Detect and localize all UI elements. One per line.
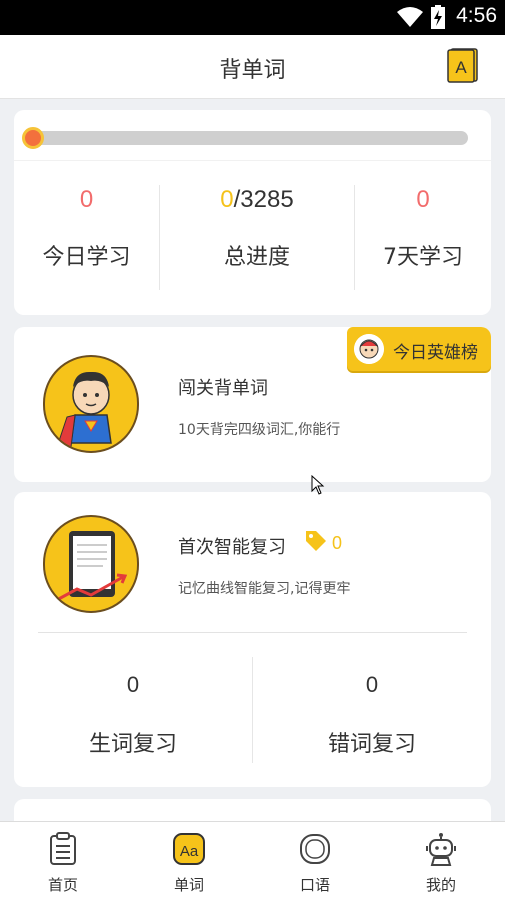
challenge-title: 闯关背单词 [178, 378, 268, 399]
wordbook-letter: A [455, 58, 467, 77]
svg-text:Aa: Aa [180, 843, 199, 860]
wrong-word-review-label: 错词复习 [327, 732, 416, 757]
stat-total-count: /3285 [233, 186, 294, 213]
new-word-review-label: 生词复习 [88, 732, 177, 757]
review-title: 首次智能复习 [178, 537, 286, 558]
status-time: 4:56 [456, 4, 497, 27]
nav-speaking[interactable]: 口语 [252, 822, 378, 901]
nav-words-label: 单词 [173, 876, 204, 894]
review-tablet-icon [43, 515, 139, 613]
challenge-card[interactable]: 闯关背单词 10天背完四级词汇,你能行 今日英雄榜 [14, 327, 491, 482]
hero-board-label: 今日英雄榜 [393, 343, 478, 363]
new-word-review[interactable]: 0 生词复习 [14, 672, 252, 759]
hero-board-button[interactable]: 今日英雄榜 [347, 327, 491, 371]
wrong-word-review-count: 0 [365, 672, 379, 697]
divider [38, 632, 467, 633]
review-subtitle: 记忆曲线智能复习,记得更牢 [178, 581, 351, 597]
wifi-icon [397, 7, 423, 27]
stat-total-done: 0 [220, 186, 234, 213]
stat-week-value: 0 [416, 186, 430, 213]
stat-total-label: 总进度 [223, 245, 290, 270]
stat-week: 0 7天学习 [355, 185, 491, 290]
tag-icon [306, 531, 326, 551]
progress-track [26, 131, 468, 145]
superhero-avatar-icon [43, 355, 139, 453]
stat-today: 0 今日学习 [14, 185, 159, 290]
status-bar: 4:56 [0, 0, 505, 35]
nav-home[interactable]: 首页 [0, 822, 126, 901]
bottom-nav: 首页 Aa 单词 口语 我的 [0, 821, 505, 901]
nav-mine[interactable]: 我的 [378, 822, 504, 901]
progress-knob [22, 127, 44, 149]
wrong-word-review[interactable]: 0 错词复习 [253, 672, 491, 759]
stat-total-value: 0/3285 [160, 185, 354, 215]
robot-icon [426, 833, 456, 866]
nav-home-label: 首页 [47, 876, 78, 894]
app-header: 背单词 A [0, 35, 505, 99]
new-word-review-count: 0 [126, 672, 140, 697]
stat-today-value: 0 [79, 186, 94, 213]
nav-words[interactable]: Aa 单词 [126, 822, 252, 901]
divider [14, 160, 491, 161]
stat-today-label: 今日学习 [42, 245, 131, 270]
page-title: 背单词 [219, 58, 286, 83]
progress-card: 0 今日学习 0/3285 总进度 0 7天学习 [14, 110, 491, 315]
aa-icon: Aa [173, 833, 205, 865]
wordbook-icon[interactable]: A [447, 48, 478, 83]
stat-week-label: 7天学习 [383, 245, 463, 270]
stat-total: 0/3285 总进度 [160, 185, 354, 290]
battery-charging-icon [431, 5, 445, 29]
clipboard-icon [50, 832, 76, 865]
challenge-subtitle: 10天背完四级词汇,你能行 [178, 422, 341, 438]
mascot-icon [354, 334, 384, 364]
review-tag-count: 0 [332, 533, 343, 553]
nav-mine-label: 我的 [425, 876, 456, 894]
smart-review-card[interactable]: 首次智能复习 0 记忆曲线智能复习,记得更牢 0 生词复习 0 错词复习 [14, 492, 491, 787]
speech-icon [300, 834, 330, 864]
mouse-cursor-icon [311, 475, 325, 495]
nav-speaking-label: 口语 [299, 876, 330, 894]
